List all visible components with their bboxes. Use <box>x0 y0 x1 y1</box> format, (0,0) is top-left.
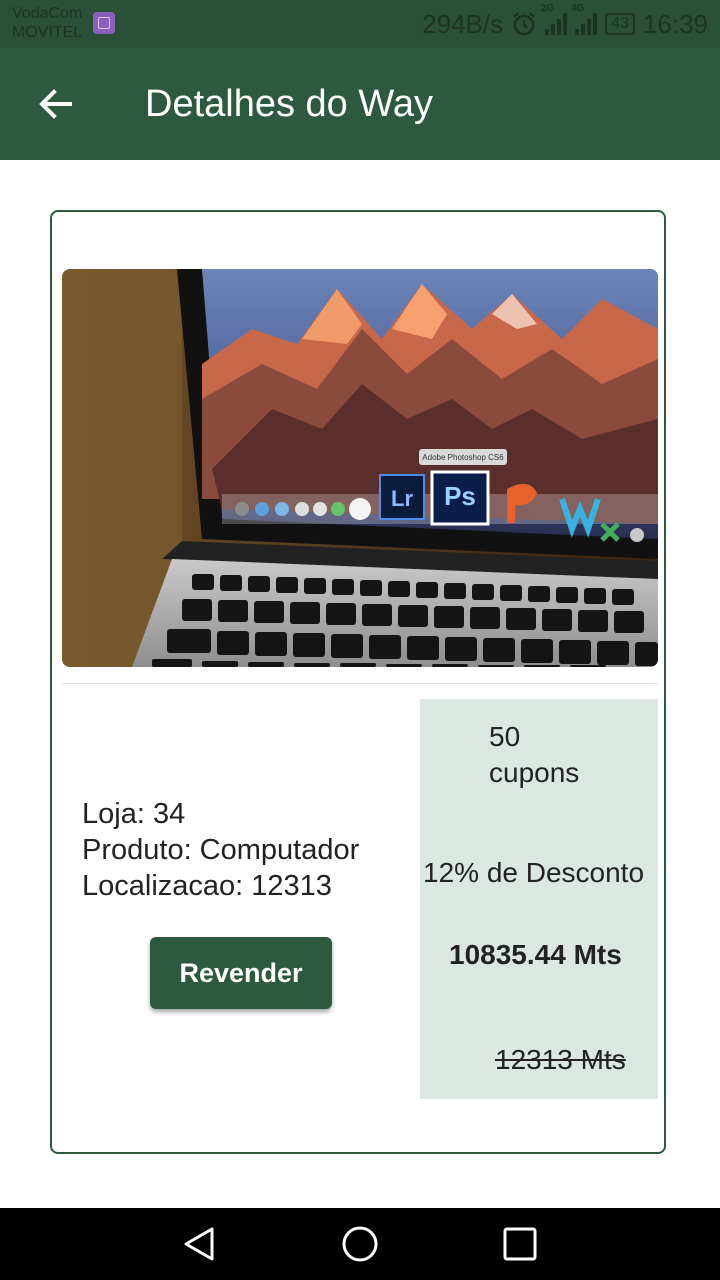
gallery-notification-icon <box>93 12 115 34</box>
arrow-left-icon[interactable] <box>36 84 76 124</box>
nav-back-icon[interactable] <box>180 1224 220 1264</box>
final-price: 10835.44 Mts <box>449 939 622 970</box>
carrier-name: VodaCom MOVITEL <box>12 4 82 42</box>
status-indicators: 294B/s 2G 4G 43 16:39 <box>422 3 708 41</box>
product-line: Produto: Computador <box>82 834 360 866</box>
discount-text: 12% de Desconto <box>423 857 645 888</box>
coupons-label: cupons <box>489 757 580 788</box>
location-line: Localizacao: 12313 <box>82 870 332 902</box>
coupons-count: 50 <box>489 721 521 752</box>
status-bar: VodaCom MOVITEL 294B/s 2G 4G 43 16:39 <box>0 0 720 48</box>
dock-tooltip: Adobe Photoshop CS6 <box>422 453 504 462</box>
page-title: Detalhes do Way <box>145 83 433 125</box>
battery-level: 43 <box>605 13 635 35</box>
svg-text:Ps: Ps <box>444 481 476 511</box>
store-line: Loja: 34 <box>82 798 186 830</box>
system-nav-bar <box>0 1208 720 1280</box>
carrier-line1: VodaCom <box>12 5 83 22</box>
product-info: Loja: 34 Produto: Computador Localizacao… <box>82 796 359 904</box>
price-panel: 50 cupons 12% de Desconto 10835.44 Mts 1… <box>420 699 658 1099</box>
signal-sim2-icon: 4G <box>571 3 598 35</box>
nav-recents-icon[interactable] <box>500 1224 540 1264</box>
sim1-network-type: 2G <box>541 3 555 14</box>
carrier-line2: MOVITEL <box>12 24 83 41</box>
product-image: Lr Ps Adobe Photoshop CS6 <box>62 269 658 667</box>
svg-text:Lr: Lr <box>391 486 413 511</box>
alarm-icon <box>513 12 536 36</box>
clock: 16:39 <box>642 8 708 39</box>
resell-button[interactable]: Revender <box>150 937 332 1009</box>
signal-sim1-icon: 2G <box>541 3 568 35</box>
original-price: 12313 Mts <box>495 1044 626 1075</box>
app-bar: Detalhes do Way <box>0 48 720 160</box>
net-speed: 294B/s <box>422 8 504 39</box>
coupons-info: 50 cupons <box>489 719 639 791</box>
divider <box>62 683 658 684</box>
sim2-network-type: 4G <box>571 3 585 14</box>
nav-home-icon[interactable] <box>340 1224 380 1264</box>
